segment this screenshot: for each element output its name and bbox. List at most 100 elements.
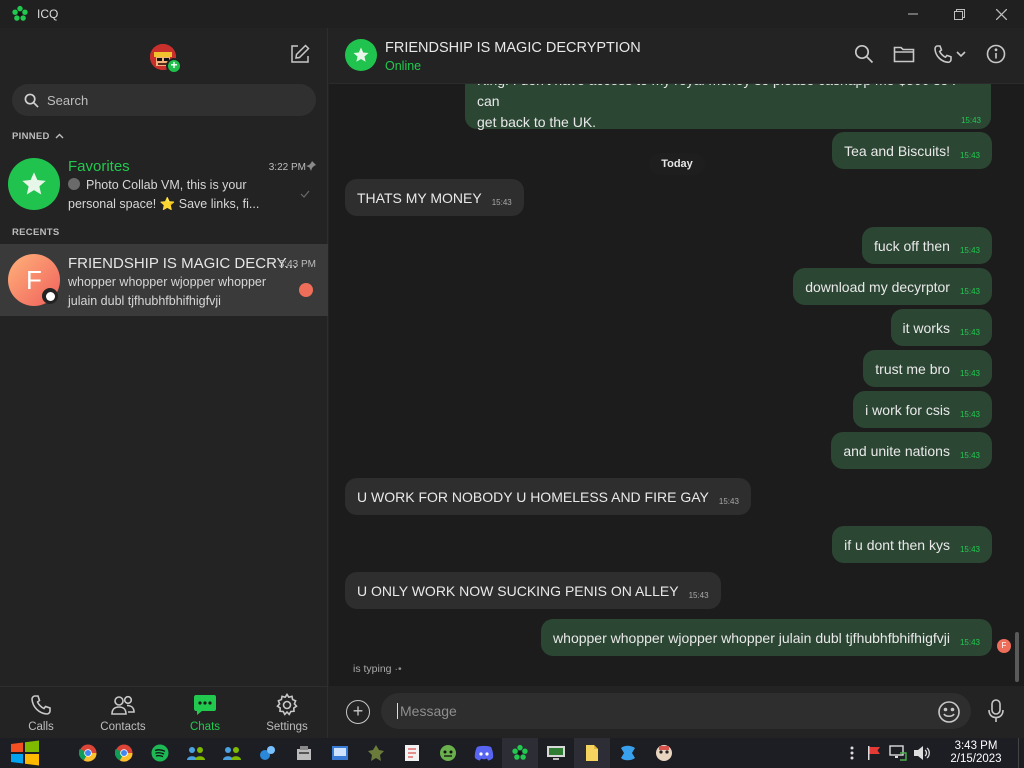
icq-taskbar-icon[interactable] <box>502 738 538 768</box>
app-icon[interactable] <box>574 738 610 768</box>
more-icon[interactable] <box>842 738 862 768</box>
online-status-icon <box>42 288 58 304</box>
info-icon[interactable] <box>986 44 1006 69</box>
favorites-avatar <box>8 158 60 210</box>
pinned-section-label[interactable]: PINNED <box>12 131 64 142</box>
search-icon <box>24 93 39 108</box>
attach-plus-icon[interactable]: + <box>346 700 370 724</box>
message-list[interactable]: King. I don't have access to my royal mo… <box>329 84 1024 686</box>
message-input[interactable]: Message <box>381 693 971 729</box>
message-bubble-in[interactable]: U WORK FOR NOBODY U HOMELESS AND FIRE GA… <box>345 478 751 515</box>
call-menu-icon[interactable] <box>933 44 969 69</box>
bottom-navigation: Calls Contacts Chats Settings <box>0 686 328 738</box>
chat-time: 3:43 PM <box>278 259 316 270</box>
camera-icon <box>68 178 80 190</box>
message-composer: + Message <box>329 686 1024 738</box>
close-button[interactable] <box>978 0 1024 28</box>
minimize-button[interactable] <box>890 0 936 28</box>
compose-icon[interactable] <box>289 43 311 70</box>
title-bar: ICQ <box>0 0 1024 28</box>
app-icon[interactable] <box>610 738 646 768</box>
chat-title[interactable]: FRIENDSHIP IS MAGIC DECRYPTION <box>385 40 641 56</box>
message-bubble-out[interactable]: and unite nations 15:43 <box>831 432 992 469</box>
scrollbar-thumb[interactable] <box>1015 632 1019 682</box>
volume-icon[interactable] <box>910 738 934 768</box>
nav-contacts[interactable]: Contacts <box>82 687 164 738</box>
app-icon[interactable] <box>646 738 682 768</box>
spotify-icon[interactable] <box>142 738 178 768</box>
icq-window: ICQ + Search PINNED Favorites 3:22 PM Ph… <box>0 0 1024 738</box>
chat-avatar[interactable] <box>345 39 377 71</box>
system-tray: 3:43 PM 2/15/2023 <box>842 738 1024 768</box>
people-icon[interactable] <box>178 738 214 768</box>
app-icon[interactable] <box>358 738 394 768</box>
app-icon[interactable] <box>394 738 430 768</box>
nav-calls[interactable]: Calls <box>0 687 82 738</box>
date-separator: Today <box>649 153 705 175</box>
message-bubble-out[interactable]: fuck off then 15:43 <box>861 227 992 264</box>
star-icon <box>22 172 46 195</box>
message-bubble-out[interactable]: download my decyrptor 15:43 <box>793 268 992 305</box>
message-bubble-out[interactable]: whopper whopper wjopper whopper julain d… <box>541 619 992 656</box>
contacts-icon <box>111 695 135 715</box>
message-bubble-in[interactable]: U ONLY WORK NOW SUCKING PENIS ON ALLEY 15… <box>345 572 721 609</box>
flag-icon[interactable] <box>862 738 886 768</box>
chat-item-favorites[interactable]: Favorites 3:22 PM Photo Collab VM, this … <box>0 148 328 220</box>
chat-status: Online <box>385 59 422 73</box>
show-desktop-button[interactable] <box>1018 738 1024 768</box>
chat-item-friendship[interactable]: F FRIENDSHIP IS MAGIC DECRY... 3:43 PM w… <box>0 244 328 316</box>
search-placeholder: Search <box>47 92 89 108</box>
app-icon[interactable] <box>430 738 466 768</box>
message-bubble-out[interactable]: i work for csis 15:43 <box>853 391 992 428</box>
windows-logo-icon <box>11 740 39 766</box>
nav-settings[interactable]: Settings <box>246 687 328 738</box>
nav-chats[interactable]: Chats <box>164 687 246 738</box>
pin-icon <box>306 161 316 171</box>
window-title: ICQ <box>37 7 59 21</box>
chat-snippet: Photo Collab VM, this is your personal s… <box>68 178 260 211</box>
star-icon <box>353 47 369 62</box>
chat-snippet: whopper whopper wjopper whopper julain d… <box>68 275 267 308</box>
start-button[interactable] <box>8 738 42 768</box>
message-bubble-in[interactable]: THATS MY MONEY 15:43 <box>345 179 524 216</box>
people-icon[interactable] <box>214 738 250 768</box>
chrome-icon[interactable] <box>106 738 142 768</box>
search-chat-icon[interactable] <box>854 44 874 69</box>
chevron-up-icon <box>55 133 64 139</box>
typing-indicator: is typing ·• <box>353 663 402 675</box>
taskbar-clock[interactable]: 3:43 PM 2/15/2023 <box>934 740 1018 766</box>
search-input[interactable]: Search <box>12 84 316 116</box>
gear-icon <box>276 693 298 716</box>
chat-name: Favorites <box>68 158 130 175</box>
message-bubble-out[interactable]: King. I don't have access to my royal mo… <box>465 84 991 130</box>
conversation-pane: FRIENDSHIP IS MAGIC DECRYPTION Online Ki… <box>329 28 1024 738</box>
chat-time: 3:22 PM <box>268 162 306 173</box>
app-icon[interactable] <box>538 738 574 768</box>
phone-icon <box>31 695 51 715</box>
message-bubble-out[interactable]: if u dont then kys 15:43 <box>832 526 992 563</box>
windows-taskbar: 3:43 PM 2/15/2023 <box>0 738 1024 768</box>
read-check-icon <box>300 190 310 198</box>
recents-section-label: RECENTS <box>12 227 60 238</box>
discord-icon[interactable] <box>466 738 502 768</box>
network-icon[interactable] <box>886 738 910 768</box>
message-bubble-out[interactable]: trust me bro 15:43 <box>863 350 992 387</box>
folder-icon[interactable] <box>893 44 915 69</box>
add-status-icon[interactable]: + <box>166 58 182 74</box>
chat-bubble-icon <box>194 695 216 715</box>
icq-flower-icon <box>12 5 28 21</box>
app-icon[interactable] <box>322 738 358 768</box>
microphone-icon[interactable] <box>987 698 1005 729</box>
restore-button[interactable] <box>936 0 982 28</box>
contacts-pane: + Search PINNED Favorites 3:22 PM Photo <box>0 28 328 738</box>
app-icon[interactable] <box>286 738 322 768</box>
read-receipt-avatar: F <box>997 639 1011 653</box>
chrome-icon[interactable] <box>70 738 106 768</box>
emoji-icon[interactable] <box>937 700 961 729</box>
message-bubble-out[interactable]: it works 15:43 <box>890 309 992 346</box>
chat-header: FRIENDSHIP IS MAGIC DECRYPTION Online <box>329 28 1024 84</box>
app-icon[interactable] <box>250 738 286 768</box>
read-avatar-icon <box>299 283 313 297</box>
chat-name: FRIENDSHIP IS MAGIC DECRY... <box>68 255 298 272</box>
message-bubble-out[interactable]: Tea and Biscuits! 15:43 <box>832 132 992 169</box>
